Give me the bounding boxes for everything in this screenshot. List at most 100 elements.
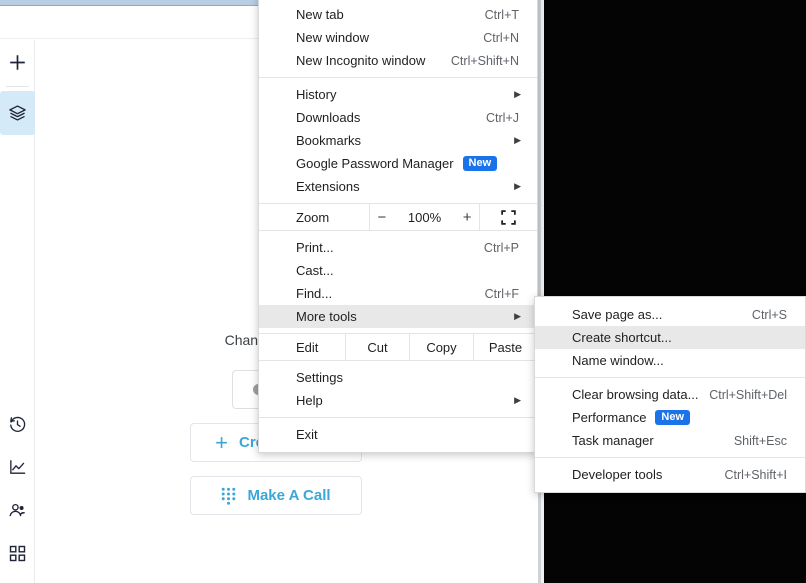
line-chart-icon [8,458,27,477]
menu-separator [259,77,537,78]
sidebar-item-history[interactable] [0,403,35,446]
menu-item-label: Help [296,393,323,408]
make-a-call-label: Make A Call [247,487,330,504]
menu-item-accelerator: Ctrl+Shift+I [724,468,791,482]
zoom-level-value: 100% [408,210,441,225]
menu-item-label: Extensions [296,179,360,194]
menu-item-accelerator: Ctrl+T [485,8,523,22]
black-overlay-region [544,0,806,583]
menu-item-label: New Incognito window [296,53,425,68]
menu-item-accelerator: Ctrl+F [485,287,523,301]
menu-edit-row: Edit Cut Copy Paste [259,333,537,361]
menu-item-label: Cast... [296,263,334,278]
menu-item-new-window[interactable]: New window Ctrl+N [259,26,537,49]
submenu-item-save-page-as[interactable]: Save page as... Ctrl+S [535,303,805,326]
menu-item-accelerator: Ctrl+P [484,241,523,255]
zoom-label: Zoom [259,204,369,230]
menu-item-help[interactable]: Help ▶ [259,389,537,412]
menu-item-history[interactable]: History ▶ [259,83,537,106]
edit-paste-button[interactable]: Paste [473,334,537,360]
new-badge: New [655,410,690,426]
menu-item-label: Performance [572,410,646,425]
menu-item-accelerator: Ctrl+N [483,31,523,45]
menu-item-accelerator: Shift+Esc [734,434,791,448]
menu-item-exit[interactable]: Exit [259,423,537,446]
menu-item-label: Task manager [572,433,654,448]
menu-item-label: Developer tools [572,467,662,482]
edit-label: Edit [259,334,345,360]
chrome-main-menu[interactable]: New tab Ctrl+T New window Ctrl+N New Inc… [258,0,538,453]
sidebar-bottom-group [0,403,35,575]
dialpad-icon [221,487,236,505]
menu-item-label: History [296,87,336,102]
menu-item-label: Save page as... [572,307,662,322]
fullscreen-button[interactable] [479,204,537,230]
menu-item-label: Downloads [296,110,360,125]
layers-stack-icon [8,104,27,123]
chevron-right-icon: ▶ [514,135,523,146]
sidebar-item-add[interactable] [0,40,35,84]
zoom-in-button[interactable]: + [459,209,475,226]
plus-icon: + [215,432,228,454]
plus-icon [8,53,27,72]
sidebar-item-analytics[interactable] [0,446,35,489]
menu-zoom-row[interactable]: Zoom − 100% + [259,203,537,231]
menu-item-accelerator: Ctrl+J [486,111,523,125]
menu-item-label: Clear browsing data... [572,387,698,402]
submenu-item-developer-tools[interactable]: Developer tools Ctrl+Shift+I [535,463,805,486]
menu-item-label: Bookmarks [296,133,361,148]
menu-item-accelerator: Ctrl+Shift+N [451,54,523,68]
menu-item-label: Find... [296,286,332,301]
sidebar-rail [0,40,35,583]
edit-copy-button[interactable]: Copy [409,334,473,360]
menu-separator [259,417,537,418]
sidebar-item-layers[interactable] [0,91,35,135]
menu-item-new-incognito-window[interactable]: New Incognito window Ctrl+Shift+N [259,49,537,72]
menu-item-print[interactable]: Print... Ctrl+P [259,236,537,259]
menu-item-accelerator: Ctrl+Shift+Del [709,388,791,402]
menu-item-label: New window [296,30,369,45]
menu-item-label: Print... [296,240,334,255]
new-badge: New [463,156,498,172]
grid-apps-icon [9,545,26,562]
menu-item-google-password-manager[interactable]: Google Password Manager New [259,152,537,175]
menu-item-label: Name window... [572,353,664,368]
submenu-item-create-shortcut[interactable]: Create shortcut... [535,326,805,349]
menu-item-label: Google Password Manager [296,156,454,171]
menu-separator [535,377,805,378]
menu-item-more-tools[interactable]: More tools ▶ [259,305,537,328]
chrome-more-tools-submenu[interactable]: Save page as... Ctrl+S Create shortcut..… [534,296,806,493]
edit-cut-button[interactable]: Cut [345,334,409,360]
chevron-right-icon: ▶ [514,89,523,100]
clock-history-icon [8,415,27,434]
menu-item-cast[interactable]: Cast... [259,259,537,282]
menu-item-label: Settings [296,370,343,385]
menu-item-extensions[interactable]: Extensions ▶ [259,175,537,198]
menu-item-label: More tools [296,309,357,324]
make-a-call-button[interactable]: Make A Call [190,476,362,515]
sidebar-item-apps[interactable] [0,532,35,575]
chevron-right-icon: ▶ [514,181,523,192]
submenu-item-task-manager[interactable]: Task manager Shift+Esc [535,429,805,452]
submenu-item-name-window[interactable]: Name window... [535,349,805,372]
zoom-controls: − 100% + [369,204,479,230]
menu-item-downloads[interactable]: Downloads Ctrl+J [259,106,537,129]
menu-item-find[interactable]: Find... Ctrl+F [259,282,537,305]
sidebar-item-contacts[interactable] [0,489,35,532]
submenu-item-clear-browsing-data[interactable]: Clear browsing data... Ctrl+Shift+Del [535,383,805,406]
menu-item-label: Exit [296,427,318,442]
menu-item-new-tab[interactable]: New tab Ctrl+T [259,3,537,26]
menu-item-accelerator: Ctrl+S [752,308,791,322]
submenu-item-performance[interactable]: Performance New [535,406,805,429]
menu-separator [535,457,805,458]
zoom-out-button[interactable]: − [374,209,390,226]
chevron-right-icon: ▶ [514,311,523,322]
fullscreen-icon [501,210,516,225]
sidebar-divider [6,86,29,87]
menu-item-settings[interactable]: Settings [259,366,537,389]
menu-item-bookmarks[interactable]: Bookmarks ▶ [259,129,537,152]
chevron-right-icon: ▶ [514,395,523,406]
menu-item-label: Create shortcut... [572,330,672,345]
people-icon [8,501,27,520]
menu-item-label: New tab [296,7,344,22]
